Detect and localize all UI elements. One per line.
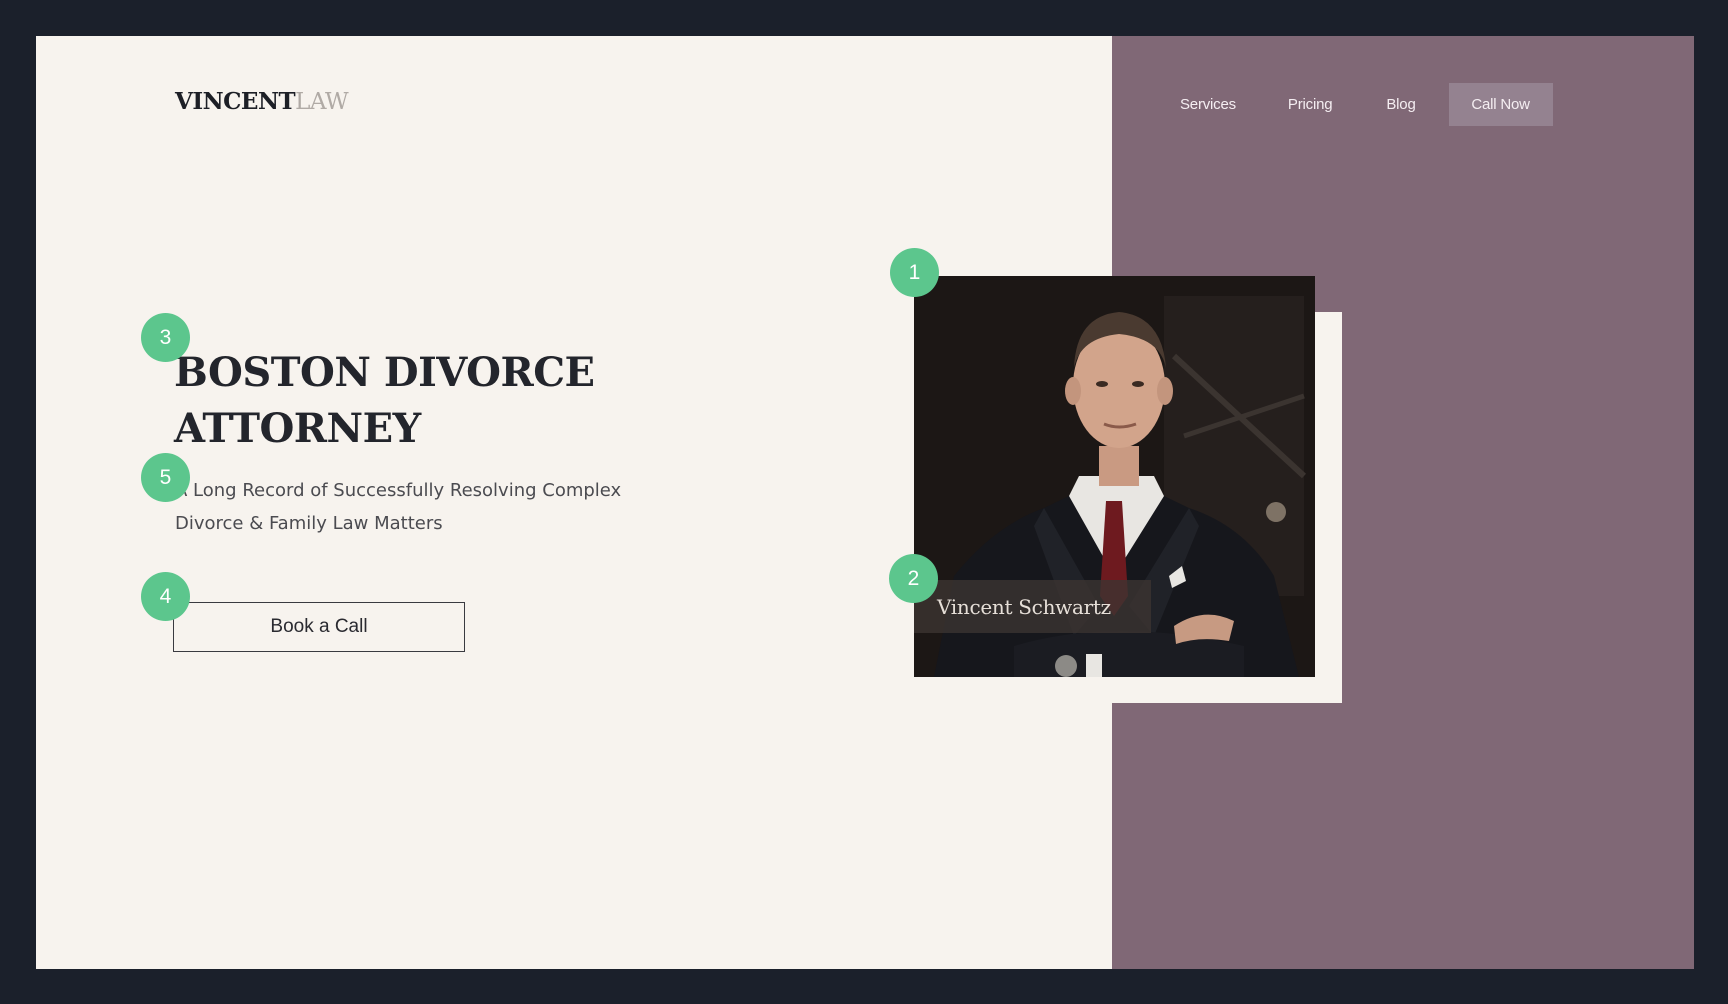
annotation-marker-2: 2 xyxy=(889,554,938,603)
nav-link-services[interactable]: Services xyxy=(1180,96,1236,113)
logo-bold-text: VINCENT xyxy=(175,88,296,115)
book-call-button[interactable]: Book a Call xyxy=(173,602,465,652)
nav-link-blog[interactable]: Blog xyxy=(1386,96,1415,113)
attorney-name: Vincent Schwartz xyxy=(937,594,1111,619)
page-title: BOSTON DIVORCE ATTORNEY xyxy=(174,345,595,457)
annotation-marker-5: 5 xyxy=(141,453,190,502)
attorney-name-plate: Vincent Schwartz xyxy=(914,580,1151,633)
brand-logo[interactable]: VINCENTLAW xyxy=(175,88,349,115)
page-frame: VINCENTLAW Services Pricing Blog Call No… xyxy=(36,36,1694,969)
main-nav: Services Pricing Blog Call Now xyxy=(1180,83,1553,126)
attorney-portrait: Vincent Schwartz xyxy=(914,276,1315,677)
headline-line-1: BOSTON DIVORCE xyxy=(174,349,595,396)
nav-link-pricing[interactable]: Pricing xyxy=(1288,96,1333,113)
annotation-marker-3: 3 xyxy=(141,313,190,362)
annotation-marker-4: 4 xyxy=(141,572,190,621)
logo-light-text: LAW xyxy=(295,89,349,115)
headline-line-2: ATTORNEY xyxy=(174,405,421,452)
annotation-marker-1: 1 xyxy=(890,248,939,297)
call-now-button[interactable]: Call Now xyxy=(1448,83,1553,126)
hero-subtitle: A Long Record of Successfully Resolving … xyxy=(175,480,622,534)
